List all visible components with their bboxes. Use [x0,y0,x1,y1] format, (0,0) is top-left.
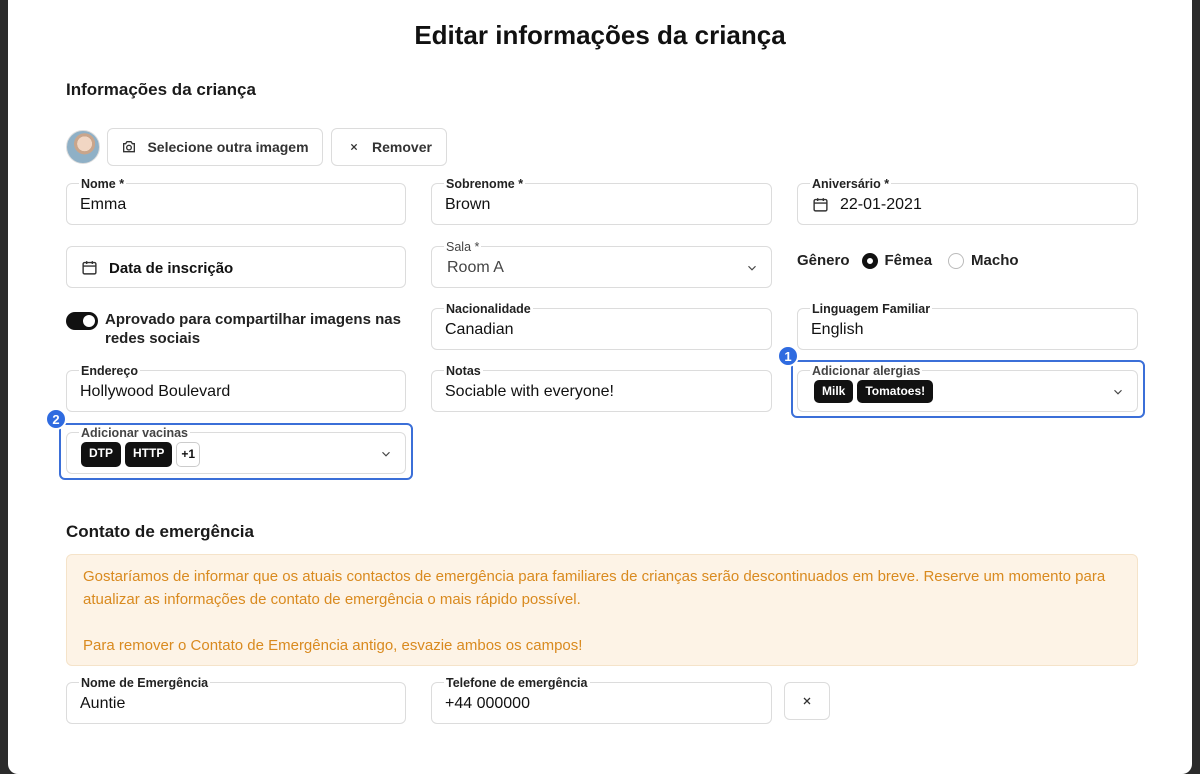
select-image-button[interactable]: Selecione outra imagem [107,128,323,166]
gender-option-male-label: Macho [971,252,1019,269]
emergency-name-label: Nome de Emergência [79,676,211,690]
gender-option-female-label: Fêmea [884,252,933,269]
last-name-label: Sobrenome * [444,177,526,191]
calendar-icon [82,261,97,275]
allergies-label: Adicionar alergias [810,364,923,378]
more-chips-count[interactable]: +1 [176,442,201,467]
nationality-label: Nacionalidade [444,302,533,316]
first-name-field[interactable]: Nome * Emma [66,177,406,225]
notes-label: Notas [444,364,483,378]
birthday-field[interactable]: Aniversário * 22-01-2021 [797,177,1138,225]
select-image-label: Selecione outra imagem [147,139,309,155]
gender-option-female[interactable]: Fêmea [861,252,933,269]
notes-field[interactable]: Notas Sociable with everyone! [431,364,772,412]
radio-checked-icon[interactable] [861,252,878,269]
alert-text-2: Para remover o Contato de Emergência ant… [83,637,583,654]
gender-radio-group: Gênero Fêmea Macho [797,252,1027,269]
emergency-phone-field[interactable]: Telefone de emergência +44 000000 [431,676,772,724]
emergency-phone-value: +44 000000 [445,695,530,712]
emergency-name-field[interactable]: Nome de Emergência Auntie [66,676,406,724]
allergy-chip[interactable]: Milk [814,380,854,403]
allergies-chips: Milk Tomatoes! [814,380,937,403]
room-value: Room A [447,259,504,276]
emergency-alert: Gostaríamos de informar que os atuais co… [66,554,1138,666]
allergy-chip[interactable]: Tomatoes! [857,380,934,403]
dialog-title: Editar informações da criança [414,20,786,50]
edit-child-dialog: Editar informações da criança Informaçõe… [8,0,1192,774]
home-language-field[interactable]: Linguagem Familiar English [797,302,1138,350]
remove-label: Remover [372,139,432,155]
alert-text-1: Gostaríamos de informar que os atuais co… [83,568,1106,608]
radio-unchecked-icon[interactable] [948,252,965,269]
vaccine-chip[interactable]: HTTP [125,442,173,467]
notes-value: Sociable with everyone! [445,383,614,400]
nationality-field[interactable]: Nacionalidade Canadian [431,302,772,350]
step-badge-1: 1 [777,345,799,367]
emergency-phone-label: Telefone de emergência [444,676,590,690]
nationality-value: Canadian [445,321,514,338]
home-language-value: English [811,321,864,338]
calendar-icon [813,198,828,212]
gender-option-male[interactable]: Macho [948,252,1019,269]
first-name-label: Nome * [79,177,127,191]
birthday-label: Aniversário * [810,177,892,191]
social-share-label: Aprovado para compartilhar imagens nas r… [105,311,401,347]
room-label: Sala * [444,240,482,254]
remove-image-button[interactable]: Remover [331,128,447,166]
chevron-down-icon [382,451,390,457]
chevron-down-icon [748,265,756,271]
vaccines-multiselect[interactable]: Adicionar vacinas DTP HTTP +1 [66,426,406,474]
vaccines-label: Adicionar vacinas [79,426,190,440]
enrollment-date-button[interactable]: Data de inscrição [66,246,406,288]
last-name-field[interactable]: Sobrenome * Brown [431,177,772,225]
first-name-value: Emma [80,196,127,213]
social-share-toggle[interactable] [66,312,98,330]
home-language-label: Linguagem Familiar [810,302,933,316]
emergency-name-value: Auntie [80,695,126,712]
close-icon [803,697,811,705]
enrollment-date-label: Data de inscrição [109,260,234,277]
step-badge-2: 2 [45,408,67,430]
vaccine-chip[interactable]: DTP [81,442,121,467]
last-name-value: Brown [445,196,491,213]
avatar [66,130,100,164]
address-field[interactable]: Endereço Hollywood Boulevard [66,364,406,412]
child-section-title: Informações da criança [66,80,256,99]
allergies-multiselect[interactable]: Adicionar alergias Milk Tomatoes! [797,364,1138,412]
gender-label: Gênero [797,252,850,269]
clear-emergency-button[interactable] [784,682,830,720]
room-select[interactable]: Sala * Room A [431,240,772,288]
vaccines-chips: DTP HTTP +1 [81,442,204,467]
address-value: Hollywood Boulevard [80,383,231,400]
birthday-value: 22-01-2021 [840,196,922,213]
camera-icon [123,141,136,153]
address-label: Endereço [79,364,140,378]
close-icon [350,143,358,151]
chevron-down-icon [1114,389,1122,395]
emergency-section-title: Contato de emergência [66,522,254,541]
